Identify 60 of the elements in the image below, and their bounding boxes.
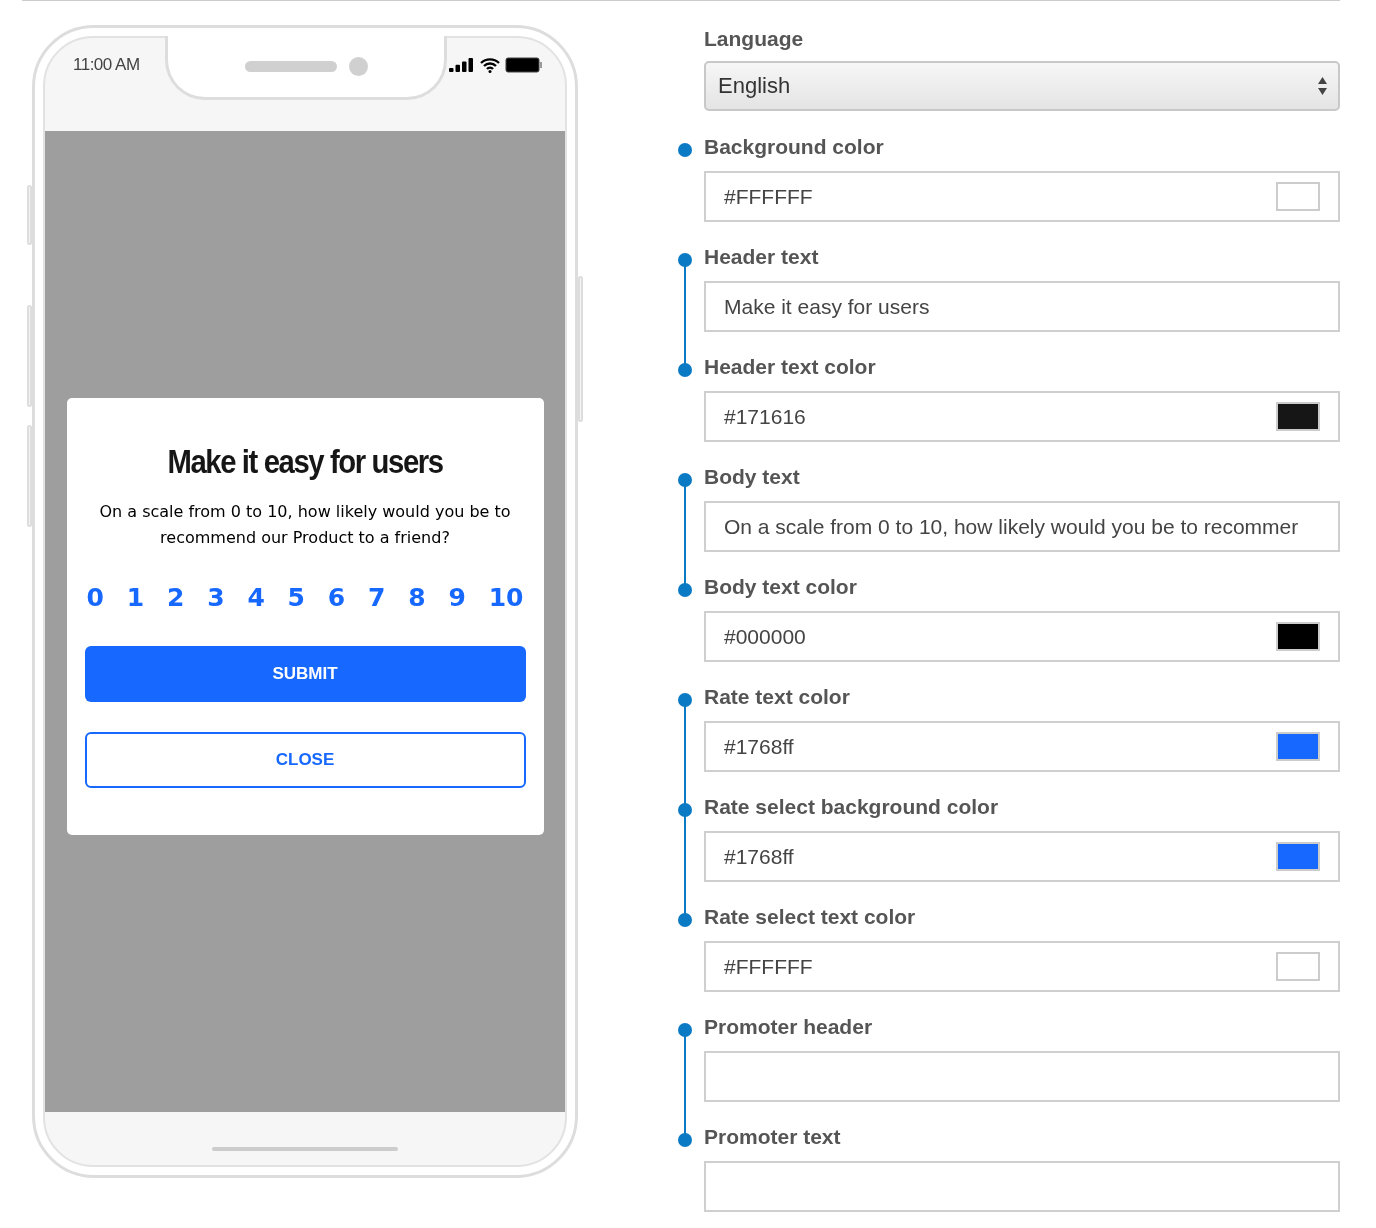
- color-field[interactable]: #FFFFFF: [704, 941, 1340, 992]
- field-label: Rate select background color: [704, 794, 1000, 820]
- wifi-icon: [480, 57, 500, 73]
- battery-icon: [505, 57, 543, 73]
- signal-icon: [449, 58, 475, 72]
- color-field[interactable]: #1768ff: [704, 831, 1340, 882]
- field-label: Rate text color: [704, 684, 851, 710]
- field-label: Background color: [704, 134, 885, 160]
- color-swatch[interactable]: [1276, 182, 1320, 211]
- text-field[interactable]: Make it easy for users: [704, 281, 1340, 332]
- submit-button[interactable]: SUBMIT: [84, 646, 526, 702]
- speaker-icon: [244, 61, 337, 72]
- language-select[interactable]: English: [704, 61, 1340, 111]
- field-label: Rate select text color: [704, 904, 917, 930]
- rating-option[interactable]: 3: [205, 583, 227, 612]
- rating-option[interactable]: 1: [124, 583, 147, 612]
- field-label: Header text color: [704, 354, 877, 380]
- rating-option[interactable]: 5: [285, 583, 307, 612]
- text-field[interactable]: [704, 1161, 1340, 1212]
- rating-option[interactable]: 7: [366, 583, 388, 612]
- field-label: Body text color: [704, 574, 858, 600]
- color-swatch[interactable]: [1276, 842, 1320, 871]
- field-label: Header text: [704, 244, 820, 270]
- timeline-dot: [678, 1133, 692, 1147]
- field-label: Promoter text: [704, 1124, 842, 1150]
- timeline-dot: [678, 913, 692, 927]
- color-swatch[interactable]: [1276, 402, 1320, 431]
- rating-option[interactable]: 4: [245, 583, 267, 612]
- color-field[interactable]: #1768ff: [704, 721, 1340, 772]
- modal-title: Make it easy for users: [167, 442, 443, 481]
- field-label: Body text: [704, 464, 801, 490]
- rating-option[interactable]: 9: [446, 583, 468, 612]
- color-swatch[interactable]: [1276, 732, 1320, 761]
- color-field[interactable]: #FFFFFF: [704, 171, 1340, 222]
- rating-option[interactable]: 8: [406, 583, 428, 612]
- rating-option[interactable]: 6: [325, 583, 348, 612]
- timeline-dot: [678, 143, 692, 157]
- close-button[interactable]: CLOSE: [84, 732, 526, 788]
- rating-option[interactable]: 2: [164, 583, 187, 612]
- text-field[interactable]: On a scale from 0 to 10, how likely would you be to recommer: [704, 501, 1340, 552]
- timeline-dot: [678, 473, 692, 487]
- timeline-dot: [678, 253, 692, 267]
- field-label: Promoter header: [704, 1014, 874, 1040]
- timeline-dot: [678, 803, 692, 817]
- timeline-dot: [678, 693, 692, 707]
- modal-body: On a scale from 0 to 10, how likely would you be to recommend our Product to a friend?: [98, 501, 512, 549]
- timeline-dot: [678, 363, 692, 377]
- status-time: 11:00 AM: [73, 55, 140, 75]
- color-swatch[interactable]: [1276, 952, 1320, 981]
- color-field[interactable]: #000000: [704, 611, 1340, 662]
- camera-icon: [348, 57, 368, 76]
- text-field[interactable]: [704, 1051, 1340, 1102]
- field-label: Language: [704, 26, 805, 52]
- color-swatch[interactable]: [1276, 622, 1320, 651]
- color-field[interactable]: #171616: [704, 391, 1340, 442]
- up-down-arrows-icon: [1317, 76, 1328, 96]
- timeline-dot: [678, 1023, 692, 1037]
- timeline-dot: [678, 583, 692, 597]
- rating-option[interactable]: 0: [84, 583, 106, 612]
- rating-option[interactable]: 10: [486, 583, 526, 612]
